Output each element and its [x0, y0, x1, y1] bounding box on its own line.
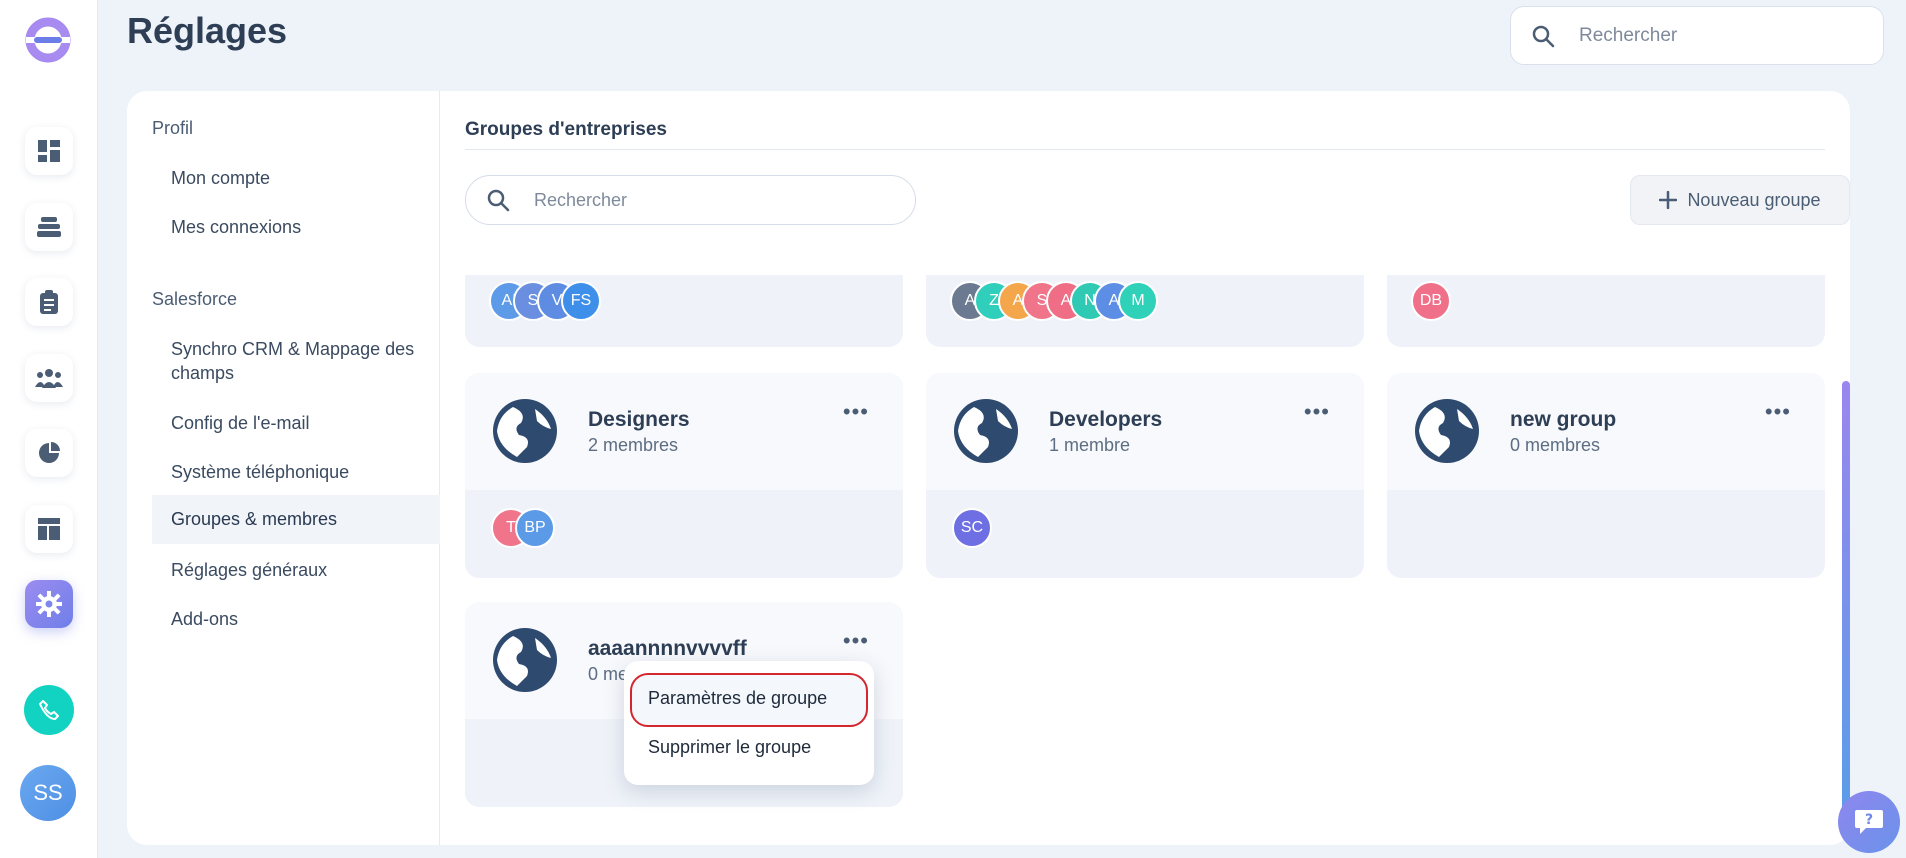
- group-context-menu: Paramètres de groupe Supprimer le groupe: [624, 661, 874, 785]
- clipboard-icon: [40, 290, 58, 314]
- section-profile: Profil: [152, 118, 194, 138]
- nav-item-mes-connexions[interactable]: Mes connexions: [152, 215, 440, 239]
- nav-settings[interactable]: [25, 580, 73, 628]
- nav-dashboard[interactable]: [25, 127, 73, 175]
- group-member-count: 2 membres: [588, 435, 679, 455]
- new-group-label: Nouveau groupe: [1687, 189, 1821, 210]
- nav-item-crm-sync[interactable]: Synchro CRM & Mappage des champs: [152, 337, 440, 385]
- search-icon: [1532, 25, 1555, 47]
- top-search-placeholder: Rechercher: [1579, 24, 1678, 46]
- phone-button[interactable]: [24, 685, 74, 735]
- group-name: aaaannnnvvvvff: [588, 637, 747, 660]
- section-salesforce: Salesforce: [152, 289, 238, 309]
- nav-item-addons[interactable]: Add-ons: [152, 607, 440, 631]
- nav-layout[interactable]: [25, 505, 73, 553]
- phone-icon: [39, 700, 59, 720]
- group-card[interactable]: Developers 1 membre ••• SC: [926, 373, 1364, 578]
- member-avatar[interactable]: SC: [952, 508, 992, 548]
- more-dots-icon[interactable]: •••: [1304, 399, 1330, 425]
- nav-reports[interactable]: [25, 429, 73, 477]
- new-group-button[interactable]: Nouveau groupe: [1630, 175, 1850, 225]
- group-member-count: 1 membre: [1049, 435, 1131, 455]
- globe-icon: [493, 399, 557, 463]
- member-avatar[interactable]: BP: [515, 508, 555, 548]
- group-member-count: 0 membres: [1510, 435, 1601, 455]
- nav-stack[interactable]: [25, 203, 73, 251]
- sidebar-rail: SS: [0, 0, 98, 858]
- settings-panel: Profil Mon compte Mes connexions Salesfo…: [127, 91, 1850, 845]
- group-name: Designers: [588, 408, 690, 431]
- more-dots-icon[interactable]: •••: [843, 628, 869, 654]
- member-avatar[interactable]: FS: [561, 281, 601, 321]
- help-chat-icon: ?: [1855, 810, 1883, 834]
- nav-item-phone-system[interactable]: Système téléphonique: [152, 460, 440, 484]
- group-name: Developers: [1049, 408, 1163, 431]
- group-card-members: [926, 490, 1364, 578]
- group-name: new group: [1510, 408, 1617, 431]
- more-dots-icon[interactable]: •••: [1765, 399, 1791, 425]
- user-avatar[interactable]: SS: [20, 765, 76, 821]
- more-dots-icon[interactable]: •••: [843, 399, 869, 425]
- plus-icon: [1659, 191, 1678, 209]
- gear-icon: [36, 591, 62, 617]
- layout-icon: [38, 518, 60, 540]
- content-title: Groupes d'entreprises: [465, 119, 667, 140]
- nav-item-email-config[interactable]: Config de l'e-mail: [152, 411, 440, 435]
- member-avatar[interactable]: M: [1118, 281, 1158, 321]
- group-member-count: 0 me: [588, 664, 629, 684]
- groups-search-input[interactable]: Rechercher: [465, 175, 916, 225]
- page-title: Réglages: [127, 10, 288, 51]
- member-avatar[interactable]: DB: [1411, 281, 1451, 321]
- svg-text:?: ?: [1865, 812, 1873, 828]
- group-card-partial[interactable]: A Z A S A N A M: [926, 275, 1364, 347]
- globe-icon: [954, 399, 1018, 463]
- search-icon: [487, 189, 510, 212]
- nav-item-mon-compte[interactable]: Mon compte: [152, 166, 440, 190]
- group-card-partial[interactable]: DB: [1387, 275, 1825, 347]
- nav-tasks[interactable]: [25, 278, 73, 326]
- globe-icon: [1415, 399, 1479, 463]
- nav-item-groups-members[interactable]: Groupes & membres: [152, 495, 440, 544]
- pie-chart-icon: [39, 442, 60, 463]
- ring-logo-icon[interactable]: [24, 16, 72, 64]
- nav-team[interactable]: [25, 354, 73, 402]
- group-card[interactable]: new group 0 membres •••: [1387, 373, 1825, 578]
- group-card[interactable]: Designers 2 membres ••• T BP: [465, 373, 903, 578]
- top-search-input[interactable]: Rechercher: [1510, 6, 1884, 65]
- settings-nav: Profil Mon compte Mes connexions Salesfo…: [127, 91, 440, 845]
- dashboard-icon: [38, 140, 60, 162]
- globe-icon: [493, 628, 557, 692]
- group-card-partial[interactable]: AI S V FS: [465, 275, 903, 347]
- menu-item-group-settings[interactable]: Paramètres de groupe: [648, 688, 827, 709]
- title-divider: [465, 149, 1825, 150]
- team-icon: [35, 369, 63, 388]
- group-card-members: [1387, 490, 1825, 578]
- groups-search-placeholder: Rechercher: [534, 189, 628, 210]
- help-button[interactable]: ?: [1838, 791, 1900, 853]
- stack-icon: [37, 217, 61, 237]
- scrollbar[interactable]: [1842, 381, 1850, 811]
- menu-item-delete-group[interactable]: Supprimer le groupe: [648, 737, 811, 758]
- nav-item-general-settings[interactable]: Réglages généraux: [152, 558, 440, 582]
